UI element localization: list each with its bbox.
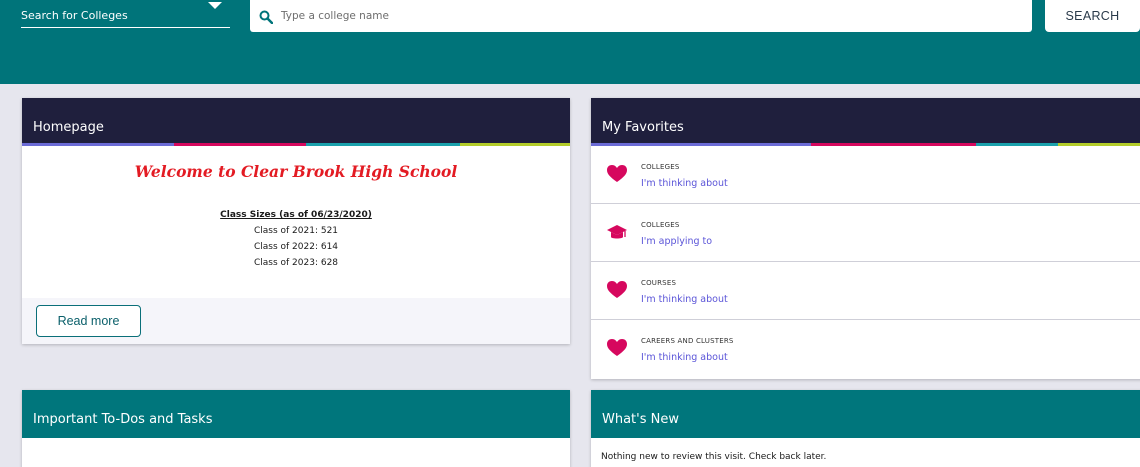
welcome-heading: Welcome to Clear Brook High School <box>134 162 458 181</box>
favorite-item-careers-thinking[interactable]: CAREERS AND CLUSTERS I'm thinking about <box>591 320 1140 378</box>
favorite-link[interactable]: I'm thinking about <box>641 178 728 189</box>
homepage-footer: Read more <box>22 298 570 344</box>
todos-card: Important To-Dos and Tasks <box>22 390 570 467</box>
whats-new-message: Nothing new to review this visit. Check … <box>601 452 827 462</box>
favorite-category: COURSES <box>641 279 677 287</box>
chevron-down-icon <box>208 2 222 9</box>
favorites-header: My Favorites <box>591 98 1140 146</box>
class-size-line: Class of 2023: 628 <box>253 258 339 268</box>
search-input[interactable]: Type a college name <box>250 0 1032 32</box>
favorite-item-colleges-applying[interactable]: COLLEGES I'm applying to <box>591 204 1140 262</box>
favorite-category: COLLEGES <box>641 163 680 171</box>
search-icon <box>259 10 273 24</box>
color-stripe <box>22 143 570 146</box>
heart-icon <box>607 281 627 298</box>
whats-new-title: What's New <box>602 412 679 427</box>
class-sizes: Class Sizes (as of 06/23/2020) Class of … <box>22 207 570 271</box>
class-size-line: Class of 2021: 521 <box>253 226 339 236</box>
homepage-card: Homepage Welcome to Clear Brook High Sch… <box>22 98 570 344</box>
whats-new-card: What's New Nothing new to review this vi… <box>591 390 1140 467</box>
heart-icon <box>607 339 627 356</box>
graduation-cap-icon <box>607 225 627 239</box>
search-placeholder: Type a college name <box>281 10 389 22</box>
top-header: Search for Colleges Type a college name … <box>0 0 1140 84</box>
class-size-line: Class of 2022: 614 <box>253 242 339 252</box>
search-type-dropdown[interactable]: Search for Colleges <box>21 0 230 28</box>
favorite-item-courses-thinking[interactable]: COURSES I'm thinking about <box>591 262 1140 320</box>
favorites-card: My Favorites COLLEGES I'm thinking about… <box>591 98 1140 379</box>
homepage-header: Homepage <box>22 98 570 146</box>
favorite-link[interactable]: I'm thinking about <box>641 294 728 305</box>
search-type-label: Search for Colleges <box>21 9 128 22</box>
heart-icon <box>607 165 627 182</box>
class-sizes-title: Class Sizes (as of 06/23/2020) <box>220 210 372 220</box>
todos-header: Important To-Dos and Tasks <box>22 390 570 438</box>
favorite-item-colleges-thinking[interactable]: COLLEGES I'm thinking about <box>591 146 1140 204</box>
favorite-category: CAREERS AND CLUSTERS <box>641 337 734 345</box>
homepage-title: Homepage <box>33 120 104 135</box>
read-more-button[interactable]: Read more <box>36 305 141 337</box>
favorite-link[interactable]: I'm applying to <box>641 236 712 247</box>
search-button[interactable]: SEARCH <box>1045 0 1140 32</box>
favorite-link[interactable]: I'm thinking about <box>641 352 728 363</box>
favorites-title: My Favorites <box>602 120 684 135</box>
whats-new-header: What's New <box>591 390 1140 438</box>
todos-title: Important To-Dos and Tasks <box>33 412 213 427</box>
favorite-category: COLLEGES <box>641 221 680 229</box>
